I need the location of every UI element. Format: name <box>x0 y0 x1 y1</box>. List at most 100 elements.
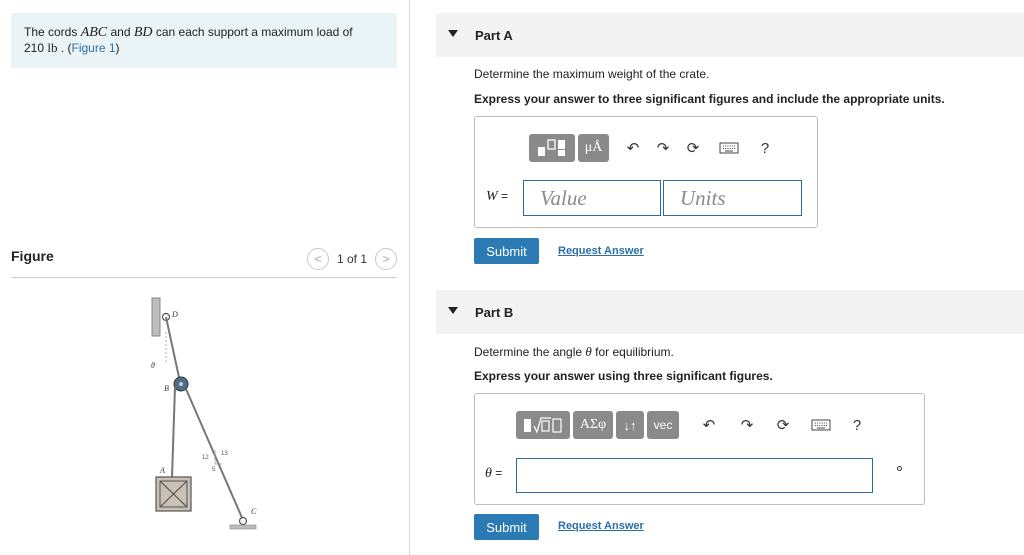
load-value: 210 <box>24 41 45 55</box>
keyboard-button[interactable] <box>800 411 842 439</box>
wall-support <box>151 297 161 337</box>
part-b-instruction: Express your answer using three signific… <box>474 369 773 383</box>
question-text: for equilibrium. <box>591 345 674 359</box>
label-c: C <box>251 507 257 516</box>
label-5: 5 <box>212 467 216 473</box>
cord-bc-line <box>185 388 244 521</box>
undo-icon: ↶ <box>626 140 640 157</box>
label-a: A <box>159 466 165 475</box>
cord-ba-line <box>171 386 176 478</box>
problem-text: ) <box>115 41 120 55</box>
equals-sign: = <box>491 466 503 480</box>
theta-input[interactable] <box>516 458 873 493</box>
figure-pager: < 1 of 1 > <box>306 248 397 270</box>
question-text: Determine the angle <box>474 345 586 359</box>
part-a-answer-box: μÅ ↶ ↷ ⟳ ? W = Value Units <box>474 116 818 228</box>
help-icon: ? <box>852 416 862 434</box>
arrows-label: ↓↑ <box>623 417 637 433</box>
label-b: B <box>164 384 169 393</box>
w-symbol: W <box>486 189 498 204</box>
templates-button[interactable] <box>516 411 570 439</box>
figure-header: Figure < 1 of 1 > <box>11 244 397 278</box>
part-b-toolbar: ΑΣφ ↓↑ vec ↶ ↷ ⟳ ? <box>516 411 872 439</box>
redo-icon: ↷ <box>656 140 670 157</box>
part-a-instruction: Express your answer to three significant… <box>474 92 945 106</box>
greek-label: ΑΣφ <box>579 417 607 432</box>
part-b-answer-box: ΑΣφ ↓↑ vec ↶ ↷ ⟳ ? θ = <box>474 393 925 505</box>
part-b-request-answer-link[interactable]: Request Answer <box>558 520 644 532</box>
figure-link[interactable]: Figure 1 <box>72 41 116 55</box>
problem-text: . ( <box>57 41 72 55</box>
keyboard-icon <box>811 419 831 431</box>
part-b-question: Determine the angle θ for equilibrium. <box>474 344 674 360</box>
arrows-button[interactable]: ↓↑ <box>616 411 644 439</box>
problem-text: The cords <box>24 25 81 39</box>
label-13: 13 <box>221 451 228 457</box>
redo-button[interactable]: ↷ <box>648 134 678 162</box>
part-b-header[interactable]: Part B <box>436 290 1024 334</box>
left-panel: The cords ABC and BD can each support a … <box>0 0 410 555</box>
cord-bd: BD <box>133 25 153 40</box>
templates-icon <box>524 417 562 434</box>
units-input[interactable]: Units <box>663 180 802 216</box>
vec-button[interactable]: vec <box>647 411 679 439</box>
problem-text: can each support a maximum load of <box>152 25 353 39</box>
chevron-left-icon: < <box>314 252 322 266</box>
label-theta: θ <box>151 361 155 370</box>
reset-button[interactable]: ⟳ <box>678 134 708 162</box>
undo-button[interactable]: ↶ <box>690 411 728 439</box>
chevron-right-icon: > <box>382 252 390 266</box>
units-button[interactable]: μÅ <box>578 134 609 162</box>
help-icon: ? <box>760 139 770 157</box>
caret-down-icon <box>448 307 458 314</box>
part-a-submit-button[interactable]: Submit <box>474 238 539 264</box>
problem-statement: The cords ABC and BD can each support a … <box>11 13 397 68</box>
vec-label: vec <box>653 418 673 432</box>
units-label: μÅ <box>584 140 603 155</box>
reset-icon: ⟳ <box>776 417 790 434</box>
undo-button[interactable]: ↶ <box>618 134 648 162</box>
keyboard-button[interactable] <box>708 134 750 162</box>
reset-button[interactable]: ⟳ <box>766 411 800 439</box>
theta-label: θ = <box>485 466 502 482</box>
problem-text: and <box>107 25 134 39</box>
units-placeholder: Units <box>680 185 726 210</box>
ground-support <box>229 524 257 530</box>
next-figure-button[interactable]: > <box>375 248 397 270</box>
keyboard-icon <box>719 142 739 154</box>
part-b-submit-button[interactable]: Submit <box>474 514 539 540</box>
part-a-title: Part A <box>475 28 513 43</box>
equals-sign: = <box>497 189 509 203</box>
reset-icon: ⟳ <box>686 140 700 157</box>
help-button[interactable]: ? <box>842 411 872 439</box>
part-a-request-answer-link[interactable]: Request Answer <box>558 245 644 257</box>
greek-button[interactable]: ΑΣφ <box>573 411 613 439</box>
prev-figure-button[interactable]: < <box>306 248 329 270</box>
part-a-question: Determine the maximum weight of the crat… <box>474 67 710 81</box>
part-a-toolbar: μÅ ↶ ↷ ⟳ ? <box>529 134 780 162</box>
theta-symbol: θ <box>485 466 492 481</box>
status-dot <box>897 466 902 471</box>
caret-down-icon <box>448 30 458 37</box>
part-a-header[interactable]: Part A <box>436 13 1024 57</box>
pulley-axle <box>179 382 183 386</box>
value-placeholder: Value <box>540 185 587 210</box>
label-12: 12 <box>202 455 209 461</box>
templates-icon <box>538 139 565 156</box>
cord-abc: ABC <box>80 25 108 40</box>
pager-count: 1 of 1 <box>336 252 367 266</box>
templates-button[interactable] <box>529 134 575 162</box>
w-label: W = <box>486 189 508 205</box>
load-unit: lb <box>47 40 58 55</box>
mechanics-figure: D θ B A C 12 5 13 <box>151 297 257 530</box>
undo-icon: ↶ <box>702 417 716 434</box>
redo-icon: ↷ <box>740 417 754 434</box>
help-button[interactable]: ? <box>750 134 780 162</box>
value-input[interactable]: Value <box>523 180 661 216</box>
cord-bd-line <box>165 316 181 383</box>
label-d: D <box>171 310 178 319</box>
part-b-title: Part B <box>475 305 514 320</box>
figure-title: Figure <box>11 248 54 264</box>
redo-button[interactable]: ↷ <box>728 411 766 439</box>
pin-c <box>238 516 248 526</box>
